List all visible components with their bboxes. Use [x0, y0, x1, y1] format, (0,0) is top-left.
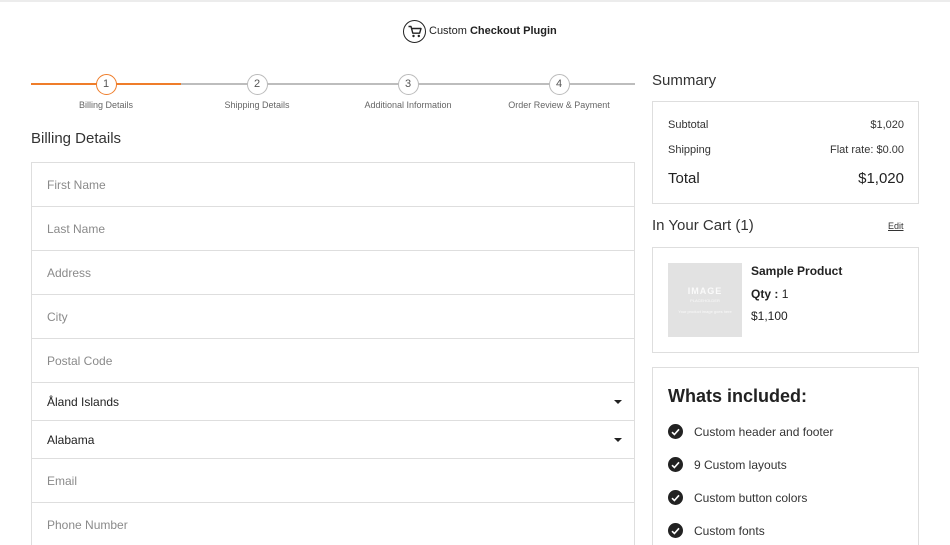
- step-label: Shipping Details: [224, 100, 290, 110]
- check-circle-icon: [668, 523, 683, 538]
- step-number: 1: [95, 74, 117, 95]
- whats-included-box: Whats included: Custom header and footer…: [652, 367, 919, 545]
- product-image-placeholder: IMAGE PLACEHOLDER Your product image goe…: [668, 263, 742, 337]
- product-name: Sample Product: [751, 264, 843, 278]
- first-name-field[interactable]: First Name: [32, 163, 634, 207]
- product-price: $1,100: [751, 309, 788, 323]
- address-field[interactable]: Address: [32, 251, 634, 295]
- email-field[interactable]: Email: [32, 459, 634, 503]
- included-item: Custom header and footer: [668, 424, 833, 439]
- step-number: 4: [548, 74, 570, 95]
- country-select-value: Åland Islands: [47, 394, 120, 409]
- shipping-label: Shipping: [668, 144, 711, 156]
- summary-title: Summary: [652, 72, 717, 89]
- brand-name: Custom Checkout Plugin: [429, 25, 557, 37]
- state-select[interactable]: Alabama: [32, 421, 634, 459]
- country-select[interactable]: Åland Islands: [32, 383, 634, 421]
- check-circle-icon: [668, 490, 683, 505]
- billing-form: First Name Last Name Address City Postal…: [31, 162, 635, 545]
- subtotal-value: $1,020: [870, 119, 904, 131]
- summary-box: Subtotal $1,020 Shipping Flat rate: $0.0…: [652, 101, 919, 204]
- cart-item: IMAGE PLACEHOLDER Your product image goe…: [652, 247, 919, 353]
- total-label: Total: [668, 170, 700, 187]
- billing-details-title: Billing Details: [31, 130, 122, 147]
- product-qty: Qty : 1: [751, 287, 789, 301]
- whats-included-title: Whats included:: [668, 386, 807, 406]
- phone-number-field[interactable]: Phone Number: [32, 503, 634, 545]
- postal-code-field[interactable]: Postal Code: [32, 339, 634, 383]
- included-item: 9 Custom layouts: [668, 457, 787, 472]
- edit-cart-link[interactable]: Edit: [888, 221, 904, 231]
- included-item: Custom button colors: [668, 490, 807, 505]
- subtotal-label: Subtotal: [668, 119, 709, 131]
- check-circle-icon: [668, 424, 683, 439]
- cart-title: In Your Cart (1): [652, 217, 754, 234]
- brand-logo[interactable]: Custom Checkout Plugin: [403, 19, 557, 43]
- step-order-review-payment[interactable]: 4 Order Review & Payment: [484, 74, 634, 110]
- step-number: 2: [246, 74, 268, 95]
- shopping-cart-icon: [403, 19, 426, 43]
- step-number: 3: [397, 74, 419, 95]
- step-label: Additional Information: [364, 100, 452, 110]
- last-name-field[interactable]: Last Name: [32, 207, 634, 251]
- total-value: $1,020: [858, 170, 904, 187]
- chevron-down-icon: [614, 437, 622, 442]
- step-label: Order Review & Payment: [508, 100, 610, 110]
- step-shipping-details[interactable]: 2 Shipping Details: [182, 74, 332, 110]
- step-billing-details[interactable]: 1 Billing Details: [31, 74, 181, 110]
- included-item: Custom fonts: [668, 523, 765, 538]
- shipping-value: Flat rate: $0.00: [830, 144, 904, 156]
- checkout-stepper: 1 Billing Details 2 Shipping Details 3 A…: [31, 74, 635, 114]
- top-border: [0, 0, 950, 2]
- shipping-row: Shipping Flat rate: $0.00: [668, 144, 904, 156]
- state-select-value: Alabama: [47, 432, 95, 447]
- chevron-down-icon: [614, 399, 622, 404]
- step-label: Billing Details: [78, 100, 134, 110]
- check-circle-icon: [668, 457, 683, 472]
- subtotal-row: Subtotal $1,020: [668, 119, 904, 131]
- step-additional-information[interactable]: 3 Additional Information: [333, 74, 483, 110]
- city-field[interactable]: City: [32, 295, 634, 339]
- total-row: Total $1,020: [668, 170, 904, 187]
